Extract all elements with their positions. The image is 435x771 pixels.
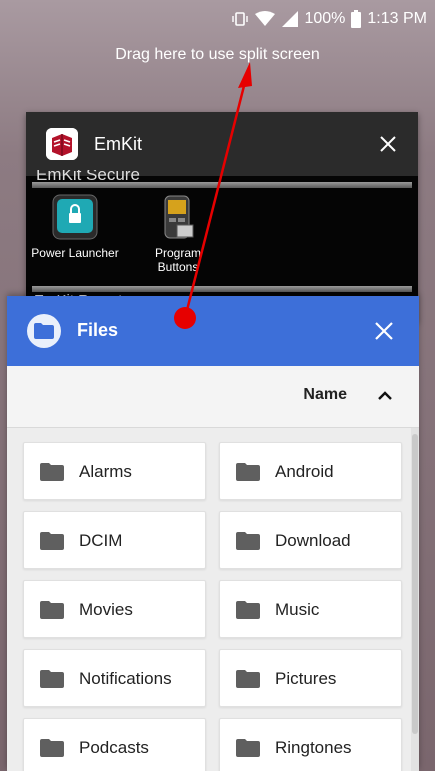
folder-item[interactable]: Movies [23, 580, 206, 638]
folder-icon [236, 463, 260, 481]
emkit-close-icon[interactable] [374, 130, 402, 158]
program-buttons-app[interactable]: Program Buttons [128, 194, 228, 274]
emkit-card-title: EmKit [94, 134, 143, 154]
folder-name: Notifications [79, 669, 172, 688]
program-buttons-label-line2: Buttons [157, 260, 199, 274]
folder-icon [40, 532, 64, 550]
wifi-icon [254, 11, 276, 27]
files-recent-card[interactable]: Files Name Alarms Android DCIM Download [7, 296, 419, 771]
folder-name: Alarms [79, 462, 132, 481]
battery-percent: 100% [304, 10, 346, 27]
split-screen-drop-zone[interactable]: Drag here to use split screen [0, 46, 435, 64]
folder-icon [236, 670, 260, 688]
emkit-recent-card[interactable]: EmKit EmKit Secure Power Launcher Progra… [26, 112, 418, 322]
folder-name: Pictures [275, 669, 337, 688]
folder-name: Android [275, 462, 334, 481]
folder-item[interactable]: Alarms [23, 442, 206, 500]
folder-item[interactable]: Ringtones [219, 718, 402, 771]
power-launcher-label: Power Launcher [31, 246, 119, 260]
battery-icon [351, 10, 362, 28]
status-bar: 100% 1:13 PM [0, 0, 435, 40]
folder-icon [40, 670, 64, 688]
folder-icon [40, 463, 64, 481]
files-close-icon[interactable] [371, 318, 397, 344]
program-buttons-label-line1: Program [154, 246, 201, 260]
folder-icon [236, 601, 260, 619]
folder-grid: Alarms Android DCIM Download Movies Musi… [7, 428, 419, 771]
power-launcher-app[interactable]: Power Launcher [30, 194, 120, 260]
program-buttons-icon [155, 194, 201, 240]
scrollbar[interactable] [411, 428, 419, 771]
sort-by-name-button[interactable]: Name [303, 386, 347, 404]
status-icons: 100% 1:13 PM [232, 10, 427, 28]
scrollbar-thumb[interactable] [412, 434, 418, 734]
section-divider [32, 182, 412, 188]
sort-bar: Name [7, 366, 419, 428]
emkit-card-header: EmKit [26, 112, 418, 176]
emkit-section-label: EmKit Secure [36, 170, 140, 182]
power-launcher-icon [52, 194, 98, 240]
folder-icon [40, 739, 64, 757]
chevron-up-icon[interactable] [375, 386, 395, 406]
folder-name: Music [275, 600, 320, 619]
emkit-app-icon [46, 128, 78, 160]
folder-name: Download [275, 531, 351, 550]
folder-item[interactable]: Android [219, 442, 402, 500]
folder-icon [236, 532, 260, 550]
folder-name: Ringtones [275, 738, 352, 757]
files-card-header: Files [7, 296, 419, 366]
files-card-title: Files [77, 320, 119, 340]
clock: 1:13 PM [367, 10, 427, 27]
folder-icon [40, 601, 64, 619]
folder-icon [236, 739, 260, 757]
files-app-icon [27, 314, 61, 348]
folder-name: DCIM [79, 531, 123, 550]
signal-icon [282, 11, 299, 27]
folder-item[interactable]: Notifications [23, 649, 206, 707]
folder-item[interactable]: Podcasts [23, 718, 206, 771]
folder-name: Movies [79, 600, 133, 619]
folder-item[interactable]: Pictures [219, 649, 402, 707]
vibrate-icon [232, 12, 249, 26]
folder-item[interactable]: Download [219, 511, 402, 569]
folder-name: Podcasts [79, 738, 149, 757]
folder-item[interactable]: Music [219, 580, 402, 638]
folder-item[interactable]: DCIM [23, 511, 206, 569]
